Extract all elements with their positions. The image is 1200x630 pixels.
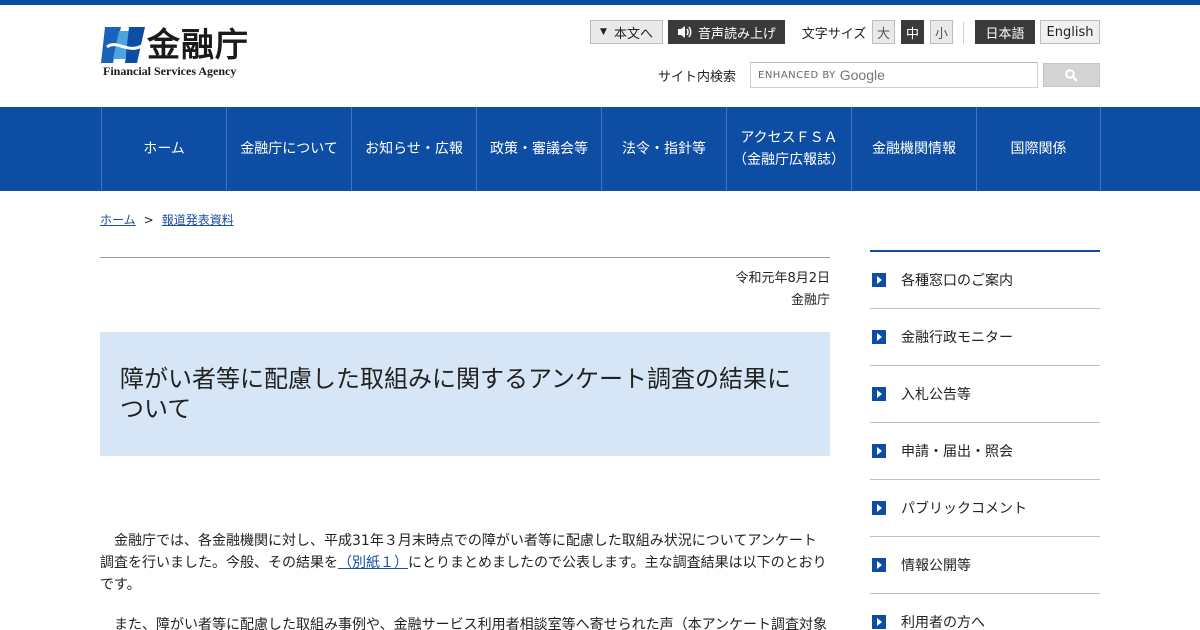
skip-label: 本文へ — [613, 26, 653, 42]
lang-japanese-button[interactable]: 日本語 — [975, 20, 1035, 44]
page-title: 障がい者等に配慮した取組みに関するアンケート調査の結果について — [120, 365, 792, 423]
font-size-medium-button[interactable]: 中 — [901, 20, 924, 44]
sidebar: 各種窓口のご案内 金融行政モニター 入札公告等 申請・届出・照会 パブリックコメ… — [870, 250, 1100, 630]
arrow-right-icon — [872, 330, 886, 344]
sidebar-item-label: 情報公開等 — [901, 558, 971, 574]
nav-item-home[interactable]: ホーム — [101, 107, 226, 191]
sidebar-item-public-comment[interactable]: パブリックコメント — [870, 480, 1100, 537]
breadcrumb-separator: > — [143, 213, 154, 227]
search-brand-label: Google — [839, 67, 885, 83]
sidebar-item-label: 申請・届出・照会 — [901, 444, 1013, 460]
nav-label: 法令・指針等 — [622, 141, 706, 157]
triangle-down-icon: ▼ — [600, 27, 607, 37]
article-issuer: 金融庁 — [790, 293, 830, 308]
sidebar-item-label: 利用者の方へ — [901, 615, 985, 630]
sidebar-item-label: パブリックコメント — [901, 501, 1027, 517]
nav-item-news[interactable]: お知らせ・広報 — [351, 107, 476, 191]
search-input[interactable]: ENHANCED BY Google — [750, 62, 1038, 88]
breadcrumb-home-link[interactable]: ホーム — [100, 213, 136, 227]
search-button[interactable] — [1043, 63, 1100, 87]
article-paragraph: 金融庁では、各金融機関に対し、平成31年３月末時点での障がい者等に配慮した取組み… — [100, 530, 830, 596]
arrow-right-icon — [872, 387, 886, 401]
nav-label: お知らせ・広報 — [365, 141, 463, 157]
arrow-right-icon — [872, 615, 886, 629]
nav-label: 政策・審議会等 — [490, 141, 588, 157]
article-date: 令和元年8月2日 — [735, 271, 830, 286]
nav-label: 金融庁について — [240, 141, 338, 157]
fsa-logo-icon — [101, 27, 145, 63]
speaker-icon — [677, 26, 692, 38]
nav-item-institutions[interactable]: 金融機関情報 — [851, 107, 976, 191]
attachment-1-link[interactable]: （別紙１） — [338, 555, 408, 571]
arrow-right-icon — [872, 501, 886, 515]
nav-label: ホーム — [143, 141, 185, 157]
sidebar-item-applications[interactable]: 申請・届出・照会 — [870, 423, 1100, 480]
top-accent-bar — [0, 0, 1200, 5]
font-size-small-button[interactable]: 小 — [930, 20, 953, 44]
nav-item-international[interactable]: 国際関係 — [976, 107, 1101, 191]
nav-item-laws[interactable]: 法令・指針等 — [601, 107, 726, 191]
nav-item-access-fsa[interactable]: アクセスＦＳＡ （金融庁広報誌） — [726, 107, 851, 191]
article-meta: 令和元年8月2日 金融庁 — [735, 268, 830, 312]
font-size-large-button[interactable]: 大 — [872, 20, 895, 44]
nav-sublabel: （金融庁広報誌） — [733, 152, 845, 168]
sidebar-item-contacts[interactable]: 各種窓口のご案内 — [870, 252, 1100, 309]
breadcrumb: ホーム > 報道発表資料 — [100, 211, 234, 228]
sidebar-item-monitor[interactable]: 金融行政モニター — [870, 309, 1100, 366]
article-title-box: 障がい者等に配慮した取組みに関するアンケート調査の結果について — [100, 332, 830, 456]
nav-label: アクセスＦＳＡ — [740, 130, 838, 146]
logo-subtitle: Financial Services Agency — [103, 64, 237, 78]
search-enhanced-label: ENHANCED BY — [758, 69, 836, 81]
sidebar-item-label: 入札公告等 — [901, 387, 971, 403]
global-nav: ホーム 金融庁について お知らせ・広報 政策・審議会等 法令・指針等 アクセスＦ… — [0, 107, 1200, 191]
article-paragraph: また、障がい者等に配慮した取組み事例や、金融サービス利用者相談室等へ寄せられた声… — [114, 617, 828, 630]
sidebar-item-label: 各種窓口のご案内 — [901, 273, 1013, 289]
arrow-right-icon — [872, 558, 886, 572]
sidebar-item-users[interactable]: 利用者の方へ — [870, 594, 1100, 630]
arrow-right-icon — [872, 444, 886, 458]
article-body: 金融庁では、各金融機関に対し、平成31年３月末時点での障がい者等に配慮した取組み… — [100, 530, 830, 630]
site-search-label: サイト内検索 — [658, 70, 737, 85]
lang-english-button[interactable]: English — [1040, 20, 1100, 44]
breadcrumb-current-link[interactable]: 報道発表資料 — [162, 213, 234, 227]
nav-label: 金融機関情報 — [872, 141, 956, 157]
skip-to-content-button[interactable]: ▼ 本文へ — [590, 20, 663, 44]
nav-item-about[interactable]: 金融庁について — [226, 107, 351, 191]
nav-label: 国際関係 — [1010, 141, 1067, 157]
article-divider — [100, 257, 830, 258]
font-size-label: 文字サイズ — [801, 26, 867, 42]
nav-item-policy[interactable]: 政策・審議会等 — [476, 107, 601, 191]
arrow-right-icon — [872, 273, 886, 287]
read-aloud-button[interactable]: 音声読み上げ — [668, 20, 785, 44]
sidebar-item-label: 金融行政モニター — [901, 330, 1013, 346]
logo-title: 金融庁 — [147, 25, 249, 64]
read-aloud-label: 音声読み上げ — [697, 26, 776, 42]
search-icon — [1065, 68, 1078, 82]
divider — [963, 22, 964, 44]
sidebar-item-disclosure[interactable]: 情報公開等 — [870, 537, 1100, 594]
site-logo[interactable]: 金融庁 Financial Services Agency — [101, 24, 271, 80]
sidebar-item-bids[interactable]: 入札公告等 — [870, 366, 1100, 423]
